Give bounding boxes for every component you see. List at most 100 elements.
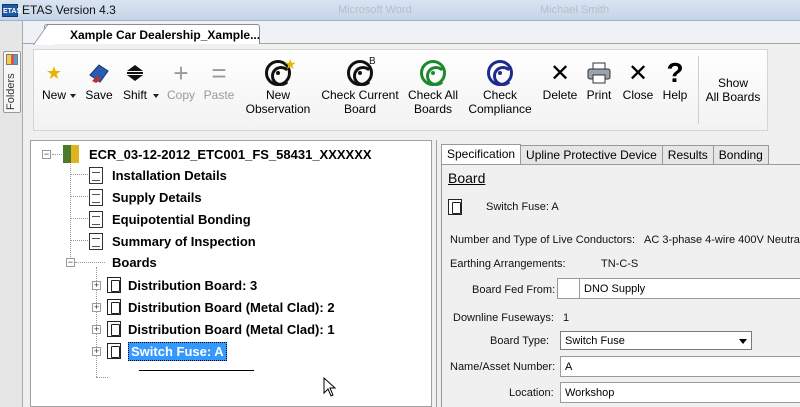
board-type-label: Board Type:: [490, 335, 550, 347]
specification-content: Board Switch Fuse: A Number and Type of …: [441, 164, 800, 407]
new-observation-button[interactable]: ★ New Observation: [240, 56, 316, 116]
earthing-label: Earthing Arrangements:: [450, 258, 566, 270]
expand-board-toggle[interactable]: +: [92, 325, 101, 334]
tree-item-boards[interactable]: Boards: [112, 252, 157, 272]
shift-icon: [119, 58, 151, 88]
spiral-star-icon: ★: [240, 56, 316, 88]
tree-item-supply-details[interactable]: Supply Details: [89, 187, 202, 207]
shift-dropdown-arrow[interactable]: [153, 94, 159, 98]
window-title: ETAS Version 4.3: [22, 3, 116, 17]
save-button[interactable]: Save: [84, 58, 114, 102]
fed-from-code-field[interactable]: [557, 278, 580, 299]
background-title-text: Microsoft Word: [338, 4, 412, 16]
board-icon: [107, 343, 121, 359]
conductors-label: Number and Type of Live Conductors:: [450, 234, 636, 246]
tree-root-node[interactable]: ECR_03-12-2012_ETC001_FS_58431_XXXXXX: [63, 144, 372, 164]
document-icon: [89, 188, 103, 206]
collapse-boards-toggle[interactable]: −: [66, 258, 75, 267]
conductors-value: AC 3-phase 4-wire 400V Neutral: [644, 234, 800, 246]
name-label: Name/Asset Number:: [450, 361, 556, 373]
chevron-down-icon: [739, 339, 747, 344]
tree-line: [70, 218, 88, 219]
folders-icon: [6, 54, 18, 65]
tab-upline-protective-device[interactable]: Upline Protective Device: [520, 145, 663, 164]
tree-line: [75, 262, 105, 263]
tree-line: [70, 174, 88, 175]
location-label: Location:: [509, 387, 554, 399]
help-button[interactable]: ? Help: [659, 57, 691, 102]
close-button[interactable]: ✕ Close: [621, 58, 655, 103]
tree-item-board-selected[interactable]: Switch Fuse: A: [107, 341, 227, 361]
board-icon: [107, 299, 121, 315]
name-asset-field[interactable]: A: [560, 356, 800, 377]
check-all-boards-button[interactable]: Check All Boards: [404, 58, 462, 116]
equals-icon: =: [211, 57, 227, 88]
paste-button[interactable]: = Paste: [202, 57, 236, 103]
document-tab-label: Xample Car Dealership_Xample...: [70, 28, 261, 42]
new-button[interactable]: ★ New: [40, 58, 68, 103]
check-compliance-button[interactable]: Check Compliance: [466, 58, 534, 116]
tree-line: [70, 196, 88, 197]
close-icon: ✕: [627, 59, 649, 87]
fed-from-field[interactable]: DNO Supply: [579, 278, 800, 299]
location-field[interactable]: Workshop: [560, 382, 800, 403]
tree-item-board[interactable]: Distribution Board (Metal Clad): 1: [107, 319, 335, 339]
document-icon: [89, 166, 103, 184]
tree-item-equipotential-bonding[interactable]: Equipotential Bonding: [89, 209, 251, 229]
detail-tabs: Specification Upline Protective Device R…: [441, 144, 769, 164]
side-strip: Folders: [0, 21, 23, 407]
star-icon: ★: [45, 62, 63, 83]
background-title-text: Michael Smith: [540, 4, 610, 16]
save-icon: [84, 58, 114, 88]
board-icon: [107, 321, 121, 337]
board-icon: [448, 199, 462, 215]
downline-label: Downline Fuseways:: [453, 312, 554, 324]
folders-label: Folders: [5, 73, 17, 110]
shift-button[interactable]: Shift: [119, 58, 151, 102]
board-name: Switch Fuse: A: [486, 201, 559, 213]
printer-icon: [583, 58, 615, 88]
expand-board-toggle[interactable]: +: [92, 281, 101, 290]
help-icon: ?: [666, 57, 684, 88]
expand-board-toggle[interactable]: +: [92, 347, 101, 356]
ribbon-toolbar: ★ New Save Shift + Copy = Paste ★ New Ob…: [33, 49, 768, 131]
tab-bonding[interactable]: Bonding: [712, 145, 769, 164]
print-button[interactable]: Print: [583, 58, 615, 102]
copy-button[interactable]: + Copy: [165, 57, 197, 103]
folders-tab[interactable]: Folders: [3, 51, 21, 113]
tree-line: [96, 377, 108, 378]
app-icon: ETAS: [2, 3, 21, 17]
collapse-root-toggle[interactable]: −: [42, 150, 51, 159]
tab-specification[interactable]: Specification: [441, 144, 522, 164]
board-type-select[interactable]: Switch Fuse: [560, 331, 752, 350]
tree-item-summary-of-inspection[interactable]: Summary of Inspection: [89, 231, 256, 251]
report-tree: − ECR_03-12-2012_ETC001_FS_58431_XXXXXX …: [30, 140, 432, 407]
fed-from-label: Board Fed From:: [472, 284, 556, 296]
detail-panel: Specification Upline Protective Device R…: [436, 140, 800, 407]
tree-line: [52, 154, 62, 155]
document-tab[interactable]: Xample Car Dealership_Xample...: [44, 24, 260, 44]
report-icon: [63, 145, 79, 163]
board-icon: [107, 277, 121, 293]
section-title: Board: [448, 170, 486, 186]
title-bar: ETAS ETAS Version 4.3 Microsoft Word Mic…: [0, 0, 800, 21]
document-icon: [89, 232, 103, 250]
tree-item-installation-details[interactable]: Installation Details: [89, 165, 227, 185]
delete-button[interactable]: ✕ Delete: [540, 58, 580, 103]
document-tab-bar: Xample Car Dealership_Xample...: [23, 21, 800, 44]
spiral-green-icon: [404, 58, 462, 88]
tree-item-board[interactable]: Distribution Board: 3: [107, 275, 257, 295]
show-all-boards-button[interactable]: Show All Boards: [702, 76, 764, 104]
expand-board-toggle[interactable]: +: [92, 303, 101, 312]
downline-value: 1: [563, 312, 570, 324]
tree-line: [70, 161, 71, 263]
tree-item-board[interactable]: Distribution Board (Metal Clad): 2: [107, 297, 335, 317]
tab-results[interactable]: Results: [661, 145, 714, 164]
check-current-board-button[interactable]: B Check Current Board: [319, 56, 401, 116]
earthing-value: TN-C-S: [601, 258, 639, 270]
plus-icon: +: [173, 57, 189, 88]
spiral-blue-icon: [466, 58, 534, 88]
new-item-edit-line[interactable]: [139, 370, 254, 371]
new-dropdown-arrow[interactable]: [70, 94, 76, 98]
spiral-board-icon: B: [319, 56, 401, 88]
